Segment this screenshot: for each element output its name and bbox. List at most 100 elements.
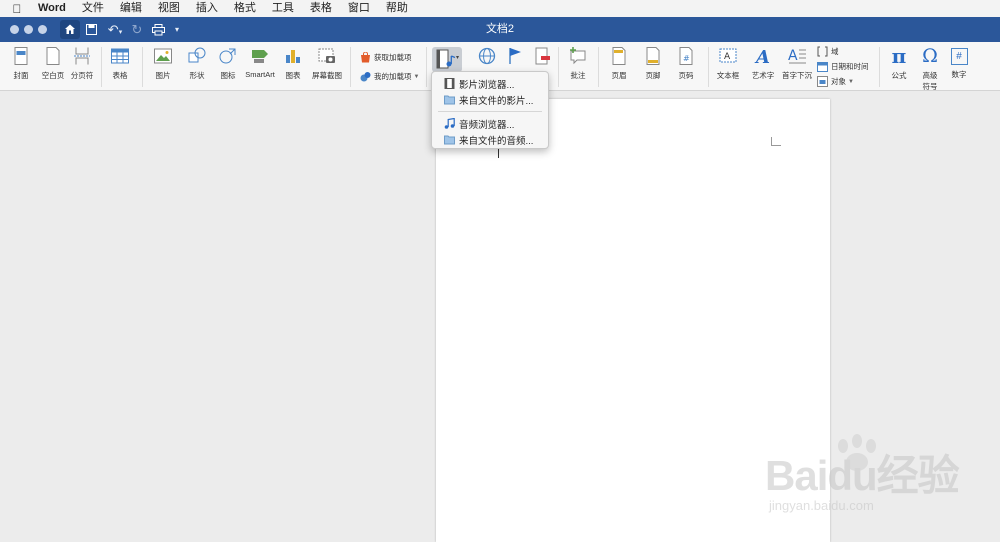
dropcap-button[interactable]: A 首字下沉	[781, 46, 813, 81]
apple-icon[interactable]: 	[0, 2, 34, 16]
page-number-button[interactable]: # 页码	[671, 46, 701, 81]
footer-label: 页脚	[645, 71, 661, 80]
icons-button[interactable]: 图标	[215, 46, 241, 81]
watermark-site-text: jingyan.baidu.com	[769, 498, 874, 513]
wordart-button[interactable]: A 艺术字	[748, 46, 778, 81]
menu-help[interactable]: 帮助	[378, 0, 416, 17]
ribbon-separator	[142, 47, 143, 87]
object-icon	[817, 76, 828, 87]
media-button[interactable]: ▾	[432, 47, 462, 72]
cover-page-button[interactable]: 封面	[6, 46, 36, 81]
menu-file[interactable]: 文件	[74, 0, 112, 17]
title-bar: 文档2 ↶▾ ↻ ▾	[0, 17, 1000, 42]
picture-icon	[154, 48, 172, 64]
movie-from-file-item[interactable]: 来自文件的影片...	[444, 92, 533, 107]
wordart-icon: A	[754, 47, 770, 66]
wordart-label: 艺术字	[751, 71, 775, 80]
customize-toolbar-icon[interactable]: ▾	[172, 20, 182, 39]
movie-browser-item[interactable]: 影片浏览器...	[444, 76, 514, 91]
equation-label: 公式	[891, 71, 907, 80]
menu-app-word[interactable]: Word	[34, 0, 74, 17]
my-addins-button[interactable]: 我的加载项 ▼	[360, 71, 419, 82]
menu-insert[interactable]: 插入	[188, 0, 226, 17]
text-cursor	[498, 148, 499, 158]
calendar-icon	[817, 62, 828, 72]
blank-page-label: 空白页	[41, 71, 65, 80]
bookmark-flag-icon	[509, 48, 521, 64]
field-button[interactable]: 域	[817, 46, 839, 57]
object-label: 对象	[831, 77, 846, 86]
ribbon-separator	[101, 47, 102, 87]
advanced-symbol-label-line2: 符号	[922, 82, 938, 91]
textbox-icon: A	[719, 48, 737, 63]
chart-button[interactable]: 图表	[280, 46, 306, 81]
field-label: 域	[831, 47, 839, 56]
page-number-label: 页码	[678, 71, 694, 80]
picture-button[interactable]: 图片	[148, 46, 178, 81]
footer-icon	[646, 47, 660, 65]
print-icon[interactable]	[150, 20, 166, 39]
menu-separator	[438, 111, 542, 112]
textbox-button[interactable]: A 文本框	[713, 46, 743, 81]
ribbon-separator	[350, 47, 351, 87]
link-button[interactable]	[476, 46, 498, 70]
smartart-label: SmartArt	[245, 70, 275, 79]
movie-browser-label: 影片浏览器...	[459, 79, 515, 91]
movie-from-file-label: 来自文件的影片...	[459, 95, 534, 107]
date-time-button[interactable]: 日期和时间	[817, 61, 869, 72]
get-addins-button[interactable]: 获取加载项	[360, 52, 412, 63]
media-dropdown-menu: 影片浏览器... 来自文件的影片... 音频浏览器... 来自文件的音频...	[431, 71, 549, 149]
cross-reference-button[interactable]	[531, 46, 553, 70]
cross-reference-icon	[535, 47, 550, 65]
menu-tools[interactable]: 工具	[264, 0, 302, 17]
cover-page-label: 封面	[13, 71, 29, 80]
number-hash-icon: #	[950, 48, 968, 65]
baidu-watermark: Baidu经验 jingyan.baidu.com	[765, 432, 990, 522]
bookmark-button[interactable]	[504, 46, 526, 70]
screenshot-label: 屏幕截图	[312, 71, 342, 80]
film-icon	[444, 78, 455, 89]
textbox-label: 文本框	[716, 71, 740, 80]
footer-button[interactable]: 页脚	[638, 46, 668, 81]
header-button[interactable]: 页眉	[604, 46, 634, 81]
menu-view[interactable]: 视图	[150, 0, 188, 17]
menu-window[interactable]: 窗口	[340, 0, 378, 17]
audio-from-file-item[interactable]: 来自文件的音频...	[444, 132, 533, 147]
music-note-icon	[444, 118, 455, 129]
link-globe-icon	[478, 47, 496, 65]
shapes-button[interactable]: 形状	[182, 46, 212, 81]
menu-format[interactable]: 格式	[226, 0, 264, 17]
svg-text:#: #	[683, 54, 690, 63]
comment-button[interactable]: 批注	[565, 46, 591, 81]
page-break-button[interactable]: 分页符	[67, 46, 97, 81]
screenshot-button[interactable]: 屏幕截图	[310, 46, 344, 81]
equation-button[interactable]: π 公式	[884, 46, 914, 81]
redo-icon[interactable]: ↻	[130, 20, 144, 39]
omega-icon: Ω	[922, 45, 938, 67]
smartart-icon	[252, 50, 268, 63]
store-bag-icon	[361, 52, 370, 63]
menu-edit[interactable]: 编辑	[112, 0, 150, 17]
number-button[interactable]: # 数字	[945, 46, 973, 80]
audio-browser-item[interactable]: 音频浏览器...	[444, 116, 514, 131]
field-icon	[817, 46, 828, 57]
menu-table[interactable]: 表格	[302, 0, 340, 17]
svg-text:A: A	[754, 47, 770, 66]
object-button[interactable]: 对象 ▼	[817, 76, 854, 87]
undo-icon[interactable]: ↶▾	[104, 20, 126, 39]
ribbon-separator	[598, 47, 599, 87]
smartart-button[interactable]: SmartArt	[242, 46, 278, 79]
get-addins-label: 获取加载项	[374, 53, 412, 62]
my-addins-label: 我的加载项	[374, 72, 412, 81]
blank-page-button[interactable]: 空白页	[38, 46, 68, 81]
page-break-icon	[74, 47, 90, 65]
advanced-symbol-button[interactable]: Ω 高级 符号	[916, 46, 944, 92]
svg-text:▾: ▾	[456, 54, 459, 61]
blank-page-icon	[46, 47, 60, 65]
save-icon[interactable]	[84, 20, 98, 39]
home-icon[interactable]	[60, 20, 80, 39]
table-button[interactable]: 表格	[106, 46, 134, 81]
date-time-label: 日期和时间	[831, 62, 869, 71]
my-addins-icon	[360, 72, 371, 82]
chevron-down-icon: ▼	[413, 73, 420, 80]
